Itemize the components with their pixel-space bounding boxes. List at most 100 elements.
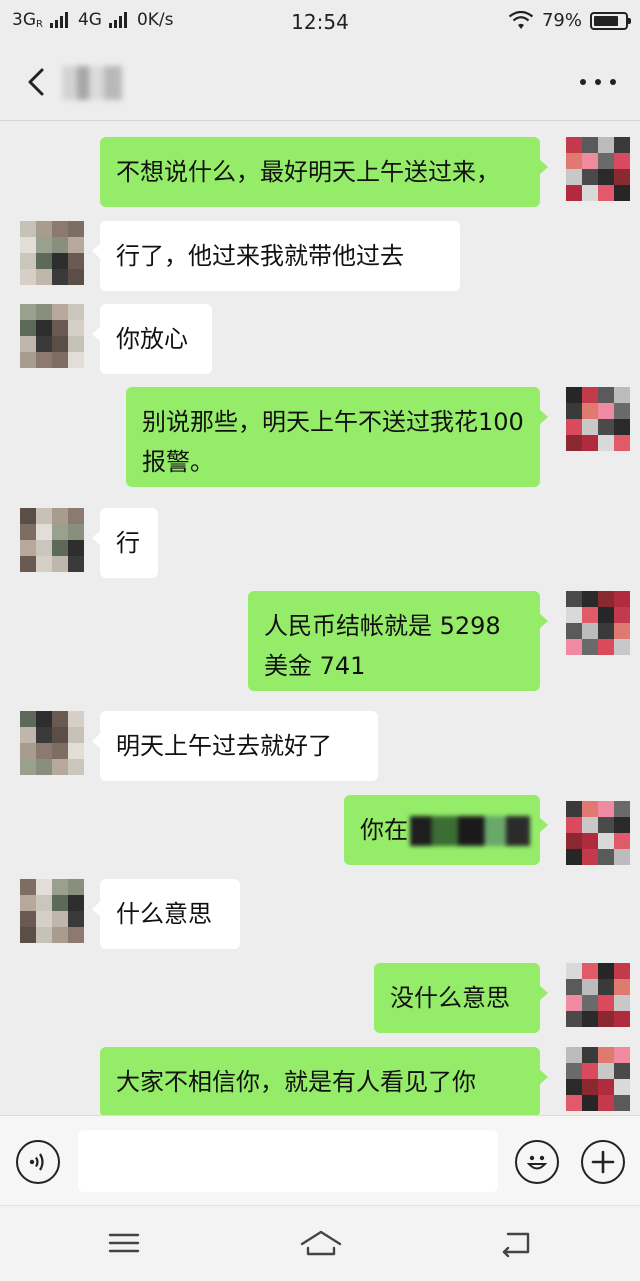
avatar-pixel — [52, 879, 68, 895]
avatar-pixel — [566, 403, 582, 419]
system-nav-bar — [0, 1205, 640, 1281]
message-bubble-outgoing[interactable]: 人民币结帐就是 5298 美金 741 — [248, 591, 548, 691]
avatar-pixel — [582, 153, 598, 169]
message-bubble-incoming[interactable]: 明天上午过去就好了 — [92, 711, 378, 781]
contact-avatar[interactable] — [20, 508, 84, 572]
self-avatar[interactable] — [566, 591, 630, 655]
avatar-pixel — [598, 185, 614, 201]
avatar-pixel — [36, 352, 52, 368]
avatar-pixel — [20, 269, 36, 285]
status-right: 79% — [508, 10, 631, 31]
avatar-pixel — [52, 727, 68, 743]
avatar-pixel — [566, 419, 582, 435]
contact-name-redacted — [62, 66, 122, 100]
smiley-face-icon — [526, 1155, 548, 1170]
status-bar: 3G R 4G 0K/s 12:54 79% — [0, 0, 640, 44]
avatar-pixel — [36, 221, 52, 237]
message-bubble-incoming[interactable]: 你放心 — [92, 304, 212, 374]
menu-icon[interactable] — [104, 1226, 144, 1260]
message-bubble-incoming[interactable]: 行 — [92, 508, 158, 578]
avatar-pixel — [20, 711, 36, 727]
emoji-icon[interactable] — [515, 1140, 559, 1184]
contact-avatar[interactable] — [20, 221, 84, 285]
avatar-pixel — [582, 387, 598, 403]
avatar-pixel — [20, 221, 36, 237]
avatar-pixel — [36, 269, 52, 285]
avatar-pixel — [68, 927, 84, 943]
avatar-pixel — [566, 623, 582, 639]
avatar-pixel — [20, 895, 36, 911]
avatar-pixel — [582, 995, 598, 1011]
self-avatar[interactable] — [566, 137, 630, 201]
avatar-pixel — [566, 607, 582, 623]
message-bubble-outgoing[interactable]: 你在 — [344, 795, 548, 865]
avatar-pixel — [20, 927, 36, 943]
avatar-pixel — [68, 336, 84, 352]
avatar-pixel — [614, 137, 630, 153]
avatar-pixel — [566, 1063, 582, 1079]
avatar-pixel — [598, 137, 614, 153]
message-input[interactable] — [78, 1130, 498, 1192]
home-icon[interactable] — [298, 1226, 344, 1260]
avatar-pixel — [598, 435, 614, 451]
avatar-pixel — [52, 711, 68, 727]
chevron-left-icon[interactable] — [18, 62, 58, 102]
avatar-pixel — [566, 995, 582, 1011]
contact-avatar[interactable] — [20, 304, 84, 368]
contact-avatar[interactable] — [20, 711, 84, 775]
avatar-pixel — [36, 336, 52, 352]
self-avatar[interactable] — [566, 963, 630, 1027]
avatar-pixel — [52, 759, 68, 775]
avatar-pixel — [36, 927, 52, 943]
avatar-pixel — [68, 711, 84, 727]
self-avatar[interactable] — [566, 387, 630, 451]
avatar-pixel — [36, 253, 52, 269]
avatar-pixel — [614, 1095, 630, 1111]
avatar-pixel — [68, 895, 84, 911]
avatar-pixel — [52, 237, 68, 253]
voice-icon[interactable] — [16, 1140, 60, 1184]
avatar-pixel — [36, 911, 52, 927]
back-icon[interactable] — [496, 1226, 536, 1260]
avatar-pixel — [52, 269, 68, 285]
avatar-pixel — [20, 352, 36, 368]
avatar-pixel — [68, 237, 84, 253]
avatar-pixel — [614, 1011, 630, 1027]
contact-avatar[interactable] — [20, 879, 84, 943]
avatar-pixel — [36, 524, 52, 540]
avatar-pixel — [566, 169, 582, 185]
battery-icon — [590, 11, 631, 30]
avatar-pixel — [582, 979, 598, 995]
avatar-pixel — [566, 1047, 582, 1063]
avatar-pixel — [36, 540, 52, 556]
avatar-pixel — [68, 524, 84, 540]
avatar-pixel — [598, 153, 614, 169]
avatar-pixel — [598, 1095, 614, 1111]
avatar-pixel — [614, 801, 630, 817]
self-avatar[interactable] — [566, 801, 630, 865]
message-bubble-incoming[interactable]: 什么意思 — [92, 879, 240, 949]
avatar-pixel — [582, 169, 598, 185]
avatar-pixel — [582, 1047, 598, 1063]
message-bubble-incoming[interactable]: 行了，他过来我就带他过去 — [92, 221, 460, 291]
message-bubble-outgoing[interactable]: 没什么意思 — [374, 963, 548, 1033]
avatar-pixel — [582, 963, 598, 979]
plus-icon[interactable] — [581, 1140, 625, 1184]
avatar-pixel — [36, 711, 52, 727]
avatar-pixel — [52, 253, 68, 269]
self-avatar[interactable] — [566, 1047, 630, 1111]
avatar-pixel — [20, 540, 36, 556]
avatar-pixel — [582, 435, 598, 451]
message-bubble-outgoing[interactable]: 大家不相信你，就是有人看见了你 — [100, 1047, 548, 1115]
message-bubble-outgoing[interactable]: 不想说什么，最好明天上午送过来， — [100, 137, 548, 207]
avatar-pixel — [598, 1079, 614, 1095]
avatar-pixel — [598, 849, 614, 865]
more-dots-icon[interactable] — [580, 72, 616, 92]
avatar-pixel — [566, 639, 582, 655]
avatar-pixel — [614, 591, 630, 607]
avatar-pixel — [566, 833, 582, 849]
avatar-pixel — [68, 269, 84, 285]
avatar-pixel — [20, 336, 36, 352]
avatar-pixel — [36, 320, 52, 336]
message-bubble-outgoing[interactable]: 别说那些，明天上午不送过我花100 报警。 — [126, 387, 548, 487]
